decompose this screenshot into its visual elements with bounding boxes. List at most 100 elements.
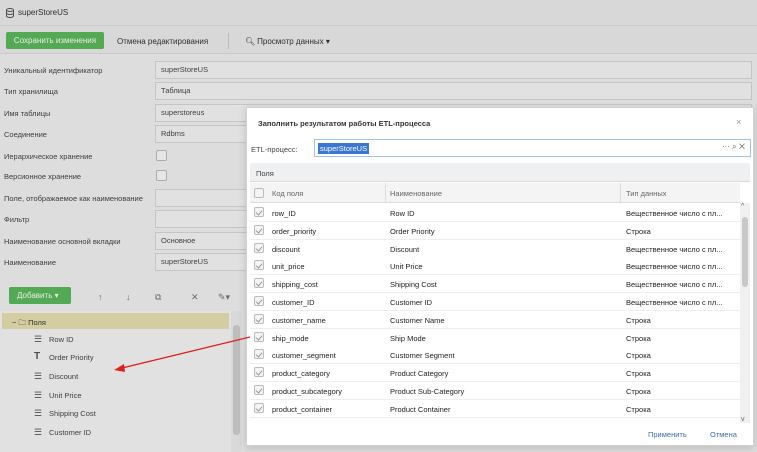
row-checkbox[interactable] (254, 313, 264, 324)
more-icon[interactable]: ··· (722, 142, 730, 151)
arrow-up-icon[interactable]: ↑ (98, 292, 103, 302)
versioned-checkbox[interactable] (156, 170, 167, 181)
table-row[interactable]: customer_name Customer Name Строка (250, 310, 740, 329)
row-checkbox[interactable] (254, 207, 264, 217)
tree-root-fields[interactable]: − 🗀︎ Поля (2, 313, 229, 329)
table-row[interactable]: customer_ID Customer ID Вещественное число… (250, 293, 740, 311)
list-icon: ☰ (34, 408, 43, 418)
field-type-cell: Строка (626, 387, 651, 396)
folder-icon: 🗀︎ (18, 318, 26, 327)
field-code-cell: customer_name (272, 315, 326, 325)
save-button[interactable]: Сохранить изменения (6, 32, 104, 49)
storage-type-field[interactable]: Таблица (155, 82, 752, 100)
field-name-cell: Customer Name (390, 315, 445, 325)
table-row[interactable]: product_subcategory Product Sub-Category С… (250, 382, 740, 400)
title-bar: superStoreUS (0, 0, 757, 26)
field-type-cell: Строка (626, 333, 651, 343)
grid-header: Код поля Наименование Тип данных (250, 183, 740, 203)
row-checkbox[interactable] (254, 402, 264, 413)
list-icon: ☰ (34, 390, 43, 400)
chevron-down-icon: ▾ (325, 37, 330, 46)
field-type-cell: Строка (626, 315, 651, 325)
form-label: Уникальный идентификатор (4, 66, 103, 75)
search-icon[interactable]: ⌕ (732, 142, 736, 151)
etl-process-input[interactable]: superStoreUS ··· ⌕ ✕ (314, 139, 751, 157)
close-icon[interactable]: × (736, 117, 741, 127)
table-row[interactable]: shipping_cost Shipping Cost Вещественное ч… (250, 275, 740, 294)
cancel-button[interactable]: Отмена (710, 430, 737, 439)
grid-scroll-thumb[interactable] (742, 217, 748, 287)
row-checkbox[interactable] (254, 260, 264, 271)
field-type-cell: Вещественное число с пл... (626, 298, 723, 307)
row-checkbox[interactable] (254, 296, 264, 306)
table-row[interactable]: customer_segment Customer Segment Строка (250, 346, 740, 365)
table-row[interactable]: row_ID Row ID Вещественное число с пл... (250, 204, 740, 222)
form-label: Поле, отображаемое как наименование (4, 194, 143, 203)
field-code-cell: shipping_cost (272, 280, 318, 290)
add-label: Добавить (17, 291, 53, 300)
row-checkbox[interactable] (254, 349, 264, 360)
cancel-edit-button[interactable]: Отмена редактирования (117, 37, 208, 46)
tree-scroll-thumb[interactable] (233, 325, 240, 435)
chevron-down-icon: ▾ (54, 291, 59, 300)
field-code-cell: product_subcategory (272, 387, 343, 396)
table-row[interactable]: unit_price Unit Price Вещественное число с… (250, 257, 740, 276)
field-type-cell: Строка (626, 404, 651, 414)
field-name-cell: Product Container (390, 404, 451, 414)
delete-icon[interactable]: ✕ (191, 292, 199, 303)
row-checkbox[interactable] (254, 242, 264, 253)
field-name-cell: Order Priority (390, 226, 435, 236)
column-header-code[interactable]: Код поля (272, 189, 303, 198)
etl-label: ETL-процесс: (251, 145, 298, 154)
arrow-down-icon[interactable]: ↓ (126, 292, 131, 302)
copy-icon[interactable]: ⧉ (155, 292, 161, 303)
row-checkbox[interactable] (254, 331, 264, 342)
dialog-footer: Применить Отмена (247, 422, 753, 446)
fields-header-label: Поля (256, 169, 274, 178)
field-type-cell: Строка (626, 351, 651, 361)
database-icon (6, 8, 14, 18)
edit-icon[interactable]: ✎▾ (218, 292, 230, 303)
tree-scrollbar[interactable] (231, 311, 242, 452)
table-row[interactable]: discount Discount Вещественное число с пл.… (250, 239, 740, 258)
field-name-cell: Customer Segment (390, 351, 455, 361)
etl-input-tools: ··· ⌕ ✕ (722, 142, 745, 152)
row-checkbox[interactable] (254, 224, 264, 235)
form-label: Наименование (4, 258, 56, 267)
add-button[interactable]: Добавить ▾ (9, 287, 71, 304)
field-type-cell: Вещественное число с пл... (626, 244, 723, 254)
preview-data-button[interactable]: 🔍︎ Просмотр данных ▾ (245, 37, 330, 46)
hierarchical-checkbox[interactable] (156, 150, 167, 161)
table-row[interactable]: product_container Product Container Строка (250, 399, 740, 418)
row-checkbox[interactable] (254, 367, 264, 378)
clear-icon[interactable]: ✕ (739, 142, 745, 151)
table-row[interactable]: ship_mode Ship Mode Строка (250, 328, 740, 347)
id-field[interactable]: superStoreUS (155, 61, 752, 79)
column-header-type[interactable]: Тип данных (626, 189, 667, 198)
select-all-checkbox[interactable] (254, 188, 264, 198)
chevron-up-icon[interactable]: ^ (741, 203, 744, 210)
tree-root-label: − 🗀︎ Поля (12, 318, 46, 327)
field-name-cell: Ship Mode (390, 333, 426, 343)
fields-tree: − 🗀︎ Поля ☰ Row ID T Order Priority ☰ Disco… (0, 311, 243, 452)
field-code-cell: ship_mode (272, 333, 309, 343)
form-label: Имя таблицы (4, 109, 51, 118)
field-name-cell: Product Sub-Category (390, 387, 465, 396)
row-checkbox[interactable] (254, 278, 264, 289)
field-name-cell: Product Category (390, 369, 449, 379)
form-row-storage-type: Тип хранилища Таблица (0, 81, 757, 101)
form-label: Иерархическое хранение (4, 152, 93, 161)
form-label: Версионное хранение (4, 172, 82, 181)
field-type-cell: Вещественное число с пл... (626, 209, 723, 218)
table-row[interactable]: order_priority Order Priority Строка (250, 221, 740, 240)
apply-button[interactable]: Применить (648, 430, 687, 439)
field-code-cell: product_category (272, 369, 330, 379)
form-label: Тип хранилища (4, 87, 58, 96)
row-checkbox[interactable] (254, 385, 264, 395)
table-row[interactable]: product_category Product Category Строка (250, 364, 740, 383)
field-code-cell: order_priority (272, 226, 317, 236)
tree-root-text: Поля (28, 318, 46, 327)
grid-scrollbar[interactable]: ^ v (740, 203, 750, 423)
column-header-name[interactable]: Наименование (390, 189, 442, 198)
etl-process-value: superStoreUS (318, 143, 370, 154)
